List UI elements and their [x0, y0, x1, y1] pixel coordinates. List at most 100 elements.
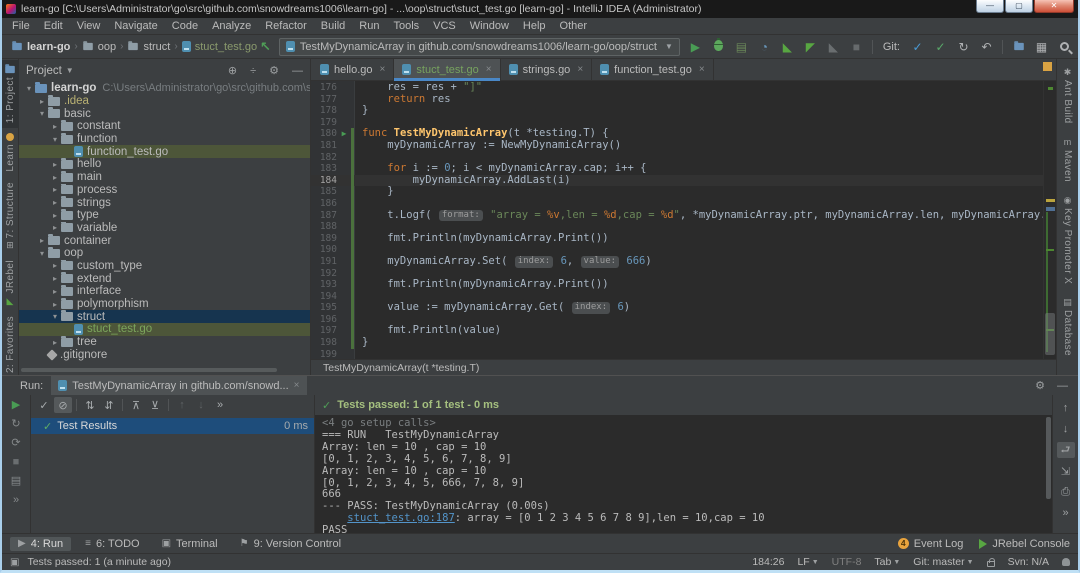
sort-alphabetically-button[interactable]: ⇅	[81, 397, 99, 413]
rollback-button[interactable]: ↶	[979, 40, 994, 54]
tree-item-learn-go[interactable]: ▾learn-goC:\Users\Administrator\go\src\g…	[19, 82, 310, 95]
run-button[interactable]: ▶	[688, 40, 703, 54]
tree-arrow-icon[interactable]: ▸	[49, 185, 61, 194]
maximize-button[interactable]: ▢	[1005, 0, 1033, 13]
gear-icon[interactable]: ⚙	[1035, 379, 1045, 392]
code-editor[interactable]: 176 res = res + "]"177 return res178}179…	[311, 81, 1043, 359]
tree-arrow-icon[interactable]: ▸	[49, 211, 61, 220]
tool-window-switcher-icon[interactable]: ▣	[10, 557, 19, 568]
scroll-up-button[interactable]: ↑	[1057, 400, 1075, 416]
test-results-row[interactable]: ✓ Test Results 0 ms	[31, 418, 314, 434]
hide-passed-button[interactable]: ⊘	[54, 397, 72, 413]
readonly-lock-icon[interactable]	[987, 561, 995, 567]
tree-item-constant[interactable]: ▸constant	[19, 120, 310, 133]
project-structure-button[interactable]	[1011, 40, 1026, 54]
tree-arrow-icon[interactable]: ▾	[49, 135, 61, 144]
hide-panel-button[interactable]: —	[292, 65, 303, 77]
tree-item-hello[interactable]: ▸hello	[19, 158, 310, 171]
run-console[interactable]: <4 go setup calls>=== RUN TestMyDynamicA…	[315, 415, 1052, 533]
stripe-button-maven[interactable]: mMaven	[1062, 131, 1073, 189]
hector-highlighting-icon[interactable]	[1062, 558, 1070, 566]
caret-position-widget[interactable]: 184:26	[752, 556, 784, 568]
tree-arrow-icon[interactable]: ▾	[36, 249, 48, 258]
menu-file[interactable]: File	[5, 20, 37, 32]
tree-arrow-icon[interactable]: ▸	[49, 287, 61, 296]
tree-item-.gitignore[interactable]: .gitignore	[19, 348, 310, 361]
warning-mark[interactable]	[1046, 199, 1055, 202]
jrebel-debug-button[interactable]: ◤	[803, 40, 818, 54]
tree-arrow-icon[interactable]: ▸	[49, 198, 61, 207]
run-with-coverage-button[interactable]: ▤	[734, 40, 749, 54]
tree-arrow-icon[interactable]: ▸	[49, 338, 61, 347]
menu-navigate[interactable]: Navigate	[107, 20, 164, 32]
menu-help[interactable]: Help	[516, 20, 553, 32]
tree-arrow-icon[interactable]: ▾	[23, 84, 35, 93]
scroll-down-button[interactable]: ↓	[1057, 421, 1075, 437]
stripe-button-ant-build[interactable]: ✱Ant Build	[1062, 61, 1073, 131]
git-commit-button[interactable]: ✓	[933, 40, 948, 54]
tree-arrow-icon[interactable]: ▸	[49, 160, 61, 169]
stripe-button-learn[interactable]: Learn	[2, 128, 19, 177]
console-link[interactable]: stuct_test.go:187	[347, 512, 454, 524]
tab-stuct_test.go[interactable]: stuct_test.go×	[394, 59, 500, 80]
tab-close-icon[interactable]: ×	[577, 64, 583, 75]
console-scrollbar[interactable]	[1046, 417, 1051, 499]
soft-wrap-button[interactable]: ⮐	[1057, 442, 1075, 458]
debug-button[interactable]	[711, 40, 726, 54]
more-options-button[interactable]: »	[13, 495, 19, 506]
close-button[interactable]: ✕	[1034, 0, 1074, 13]
tree-arrow-icon[interactable]: ▸	[49, 223, 61, 232]
menu-refactor[interactable]: Refactor	[258, 20, 314, 32]
locate-file-button[interactable]: ⊕	[228, 64, 237, 77]
sort-by-duration-button[interactable]: ⇵	[100, 397, 118, 413]
tree-item-strings[interactable]: ▸strings	[19, 196, 310, 209]
tab-close-icon[interactable]: ×	[486, 64, 492, 75]
tree-item-.idea[interactable]: ▸.idea	[19, 95, 310, 108]
svn-widget[interactable]: Svn: N/A	[1008, 556, 1049, 568]
toolwindow-button-6-todo[interactable]: ≡6: TODO	[77, 537, 147, 551]
toolwindow-button-4-run[interactable]: ▶4: Run	[10, 537, 71, 551]
breadcrumb-item[interactable]: learn-go	[8, 41, 73, 53]
tree-item-function_test.go[interactable]: function_test.go	[19, 145, 310, 158]
encoding-widget[interactable]: UTF-8	[832, 556, 862, 568]
toolwindow-button-9-version-control[interactable]: ⚑9: Version Control	[232, 537, 349, 551]
inspections-status-icon[interactable]	[1043, 62, 1052, 71]
info-mark[interactable]	[1046, 207, 1055, 211]
tree-item-custom_type[interactable]: ▸custom_type	[19, 260, 310, 273]
menu-build[interactable]: Build	[314, 20, 352, 32]
horizontal-scrollbar[interactable]	[21, 368, 277, 372]
run-panel-tab[interactable]: TestMyDynamicArray in github.com/snowd..…	[51, 376, 306, 395]
tab-strings.go[interactable]: strings.go×	[501, 59, 593, 80]
menu-view[interactable]: View	[70, 20, 108, 32]
menu-run[interactable]: Run	[352, 20, 386, 32]
indent-widget[interactable]: Tab▼	[874, 556, 900, 568]
jrebel-run-button[interactable]: ◣	[780, 40, 795, 54]
tree-arrow-icon[interactable]: ▸	[49, 173, 61, 182]
scrollbar-thumb[interactable]	[1045, 313, 1055, 355]
tab-hello.go[interactable]: hello.go×	[312, 59, 394, 80]
tree-item-type[interactable]: ▸type	[19, 209, 310, 222]
menu-other[interactable]: Other	[553, 20, 595, 32]
menu-window[interactable]: Window	[463, 20, 516, 32]
menu-tools[interactable]: Tools	[386, 20, 426, 32]
stripe-button-7-structure[interactable]: 7: Structure⊞	[2, 177, 19, 256]
more-options-button[interactable]: »	[1057, 505, 1075, 521]
tree-item-tree[interactable]: ▸tree	[19, 336, 310, 349]
tree-item-function[interactable]: ▾function	[19, 133, 310, 146]
tree-item-struct[interactable]: ▾struct	[19, 310, 310, 323]
tree-item-variable[interactable]: ▸variable	[19, 222, 310, 235]
tab-close-icon[interactable]: ×	[699, 64, 705, 75]
tree-item-basic[interactable]: ▾basic	[19, 107, 310, 120]
minimize-button[interactable]: —	[976, 0, 1004, 13]
rerun-failed-button[interactable]: ↻	[11, 419, 20, 430]
menu-analyze[interactable]: Analyze	[205, 20, 258, 32]
show-passed-button[interactable]: ✓	[35, 397, 53, 413]
breadcrumb-item[interactable]: oop	[79, 41, 119, 53]
layout-button[interactable]: ▦	[1034, 40, 1049, 54]
more-options-button[interactable]: »	[211, 397, 229, 413]
tab-function_test.go[interactable]: function_test.go×	[592, 59, 714, 80]
project-view-select[interactable]: Project ▼	[26, 65, 74, 77]
widget-event-log[interactable]: 4Event Log	[898, 538, 964, 550]
run-gutter-icon[interactable]: ▶	[337, 128, 351, 140]
run-configuration-select[interactable]: TestMyDynamicArray in github.com/snowdre…	[279, 38, 680, 56]
